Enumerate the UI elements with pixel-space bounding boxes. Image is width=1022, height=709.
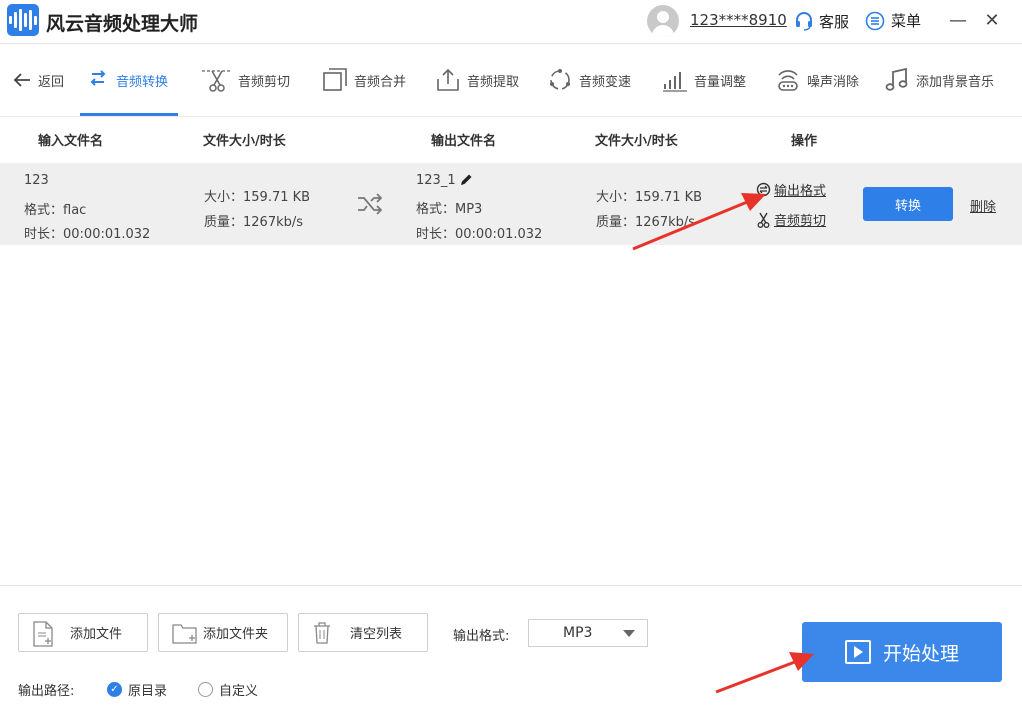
trash-icon <box>314 622 330 644</box>
path-custom-radio[interactable]: 自定义 <box>198 680 258 699</box>
tab-audio-convert[interactable]: 音频转换 <box>79 45 179 116</box>
menu-label: 菜单 <box>891 12 922 30</box>
checked-radio-icon: ✓ <box>107 682 122 697</box>
add-folder-icon <box>172 624 197 644</box>
title-bar: 风云音频处理大师 123****8910 客服 菜单 — ✕ <box>0 0 1022 44</box>
cut-icon <box>202 70 232 92</box>
customer-service-button[interactable]: 客服 <box>793 10 849 32</box>
input-file-quality: 质量：1267kb/s <box>204 215 304 230</box>
tab-label: 添加背景音乐 <box>916 74 995 90</box>
speed-icon <box>550 69 570 90</box>
arrow-left-icon <box>13 73 30 87</box>
add-file-button[interactable]: 添加文件 <box>18 613 148 652</box>
tab-add-bgm[interactable]: 添加背景音乐 <box>884 45 994 115</box>
delete-link[interactable]: 删除 <box>970 196 996 215</box>
output-file-quality: 质量：1267kb/s <box>596 215 696 230</box>
app-logo-icon <box>7 4 39 36</box>
tab-audio-speed[interactable]: 音频变速 <box>547 45 631 115</box>
tab-audio-merge[interactable]: 音频合并 <box>322 45 406 115</box>
tab-label: 音频变速 <box>579 74 632 90</box>
function-toolbar: 返回 音频转换 音频剪切 音频合并 音频提取 音频变速 音量调整 噪声消除 添加… <box>0 45 1022 117</box>
output-file-size: 大小：159.71 KB <box>596 190 703 205</box>
tab-audio-extract[interactable]: 音频提取 <box>435 45 519 115</box>
path-original-radio[interactable]: ✓ 原目录 <box>107 680 167 699</box>
play-icon <box>844 640 871 664</box>
start-processing-label: 开始处理 <box>882 642 959 665</box>
pencil-icon[interactable] <box>459 173 473 187</box>
path-original-label: 原目录 <box>128 684 168 699</box>
user-account-link[interactable]: 123****8910 <box>690 11 787 29</box>
header-input-size: 文件大小/时长 <box>203 134 286 149</box>
app-title: 风云音频处理大师 <box>46 13 199 35</box>
minimize-button[interactable]: — <box>946 8 970 32</box>
menu-button[interactable]: 菜单 <box>865 10 921 31</box>
noise-icon <box>778 70 798 91</box>
avatar[interactable] <box>647 5 679 37</box>
merge-icon <box>323 68 347 91</box>
clear-list-button[interactable]: 清空列表 <box>298 613 428 652</box>
tab-label: 噪声消除 <box>807 74 860 90</box>
extract-icon <box>437 68 459 91</box>
scissors-icon <box>757 212 770 228</box>
tab-label: 音频转换 <box>116 74 169 90</box>
back-button[interactable]: 返回 <box>12 45 64 115</box>
tab-noise-removal[interactable]: 噪声消除 <box>775 45 859 115</box>
header-actions: 操作 <box>791 134 818 149</box>
back-label: 返回 <box>38 74 65 90</box>
header-output-size: 文件大小/时长 <box>595 134 678 149</box>
path-custom-label: 自定义 <box>219 684 259 699</box>
music-icon <box>885 67 908 91</box>
output-format-link-label: 输出格式 <box>774 184 827 199</box>
header-output-name: 输出文件名 <box>431 134 497 149</box>
input-file-size: 大小：159.71 KB <box>204 190 311 205</box>
start-processing-button[interactable]: 开始处理 <box>802 622 1002 682</box>
unchecked-radio-icon <box>198 682 213 697</box>
output-file-name[interactable]: 123_1 <box>416 173 456 188</box>
convert-button[interactable]: 转换 <box>863 187 953 221</box>
customer-service-label: 客服 <box>819 12 850 31</box>
tab-label: 音量调整 <box>694 74 747 90</box>
output-format-label: 输出格式: <box>453 629 510 644</box>
add-file-icon <box>33 621 53 647</box>
tab-label: 音频提取 <box>467 74 520 90</box>
output-file-duration: 时长：00:00:01.032 <box>416 227 543 242</box>
format-icon <box>756 182 771 197</box>
output-format-value: MP3 <box>563 625 593 641</box>
input-file-name: 123 <box>24 173 49 188</box>
header-input-name: 输入文件名 <box>38 134 104 149</box>
add-folder-button[interactable]: 添加文件夹 <box>158 613 288 652</box>
headset-icon <box>796 12 812 31</box>
table-row: 123 格式：flac 时长：00:00:01.032 大小：159.71 KB… <box>0 163 1022 245</box>
output-file-format: 格式：MP3 <box>416 202 483 217</box>
volume-icon <box>663 72 687 92</box>
chevron-down-icon <box>623 630 635 637</box>
tab-volume-adjust[interactable]: 音量调整 <box>662 45 746 115</box>
tab-label: 音频合并 <box>354 74 407 90</box>
close-button[interactable]: ✕ <box>980 8 1004 32</box>
tab-audio-cut[interactable]: 音频剪切 <box>202 45 290 115</box>
add-file-label: 添加文件 <box>70 627 123 642</box>
add-folder-label: 添加文件夹 <box>203 627 269 642</box>
output-format-select[interactable]: MP3 <box>528 619 648 647</box>
bottom-panel: 添加文件 添加文件夹 清空列表 输出格式: MP3 输出路径: ✓ 原目录 自定… <box>0 585 1022 709</box>
output-path-label: 输出路径: <box>18 684 75 699</box>
tab-label: 音频剪切 <box>238 74 291 90</box>
audio-cut-link-label: 音频剪切 <box>774 214 827 229</box>
shuffle-icon <box>358 193 383 215</box>
menu-icon <box>865 11 885 30</box>
convert-icon <box>90 70 106 86</box>
input-file-duration: 时长：00:00:01.032 <box>24 227 151 242</box>
input-file-format: 格式：flac <box>24 203 87 218</box>
clear-list-label: 清空列表 <box>350 627 403 642</box>
audio-cut-link[interactable]: 音频剪切 <box>756 210 826 229</box>
output-format-link[interactable]: 输出格式 <box>756 180 826 199</box>
file-table-header: 输入文件名 文件大小/时长 输出文件名 文件大小/时长 操作 <box>0 117 1022 161</box>
